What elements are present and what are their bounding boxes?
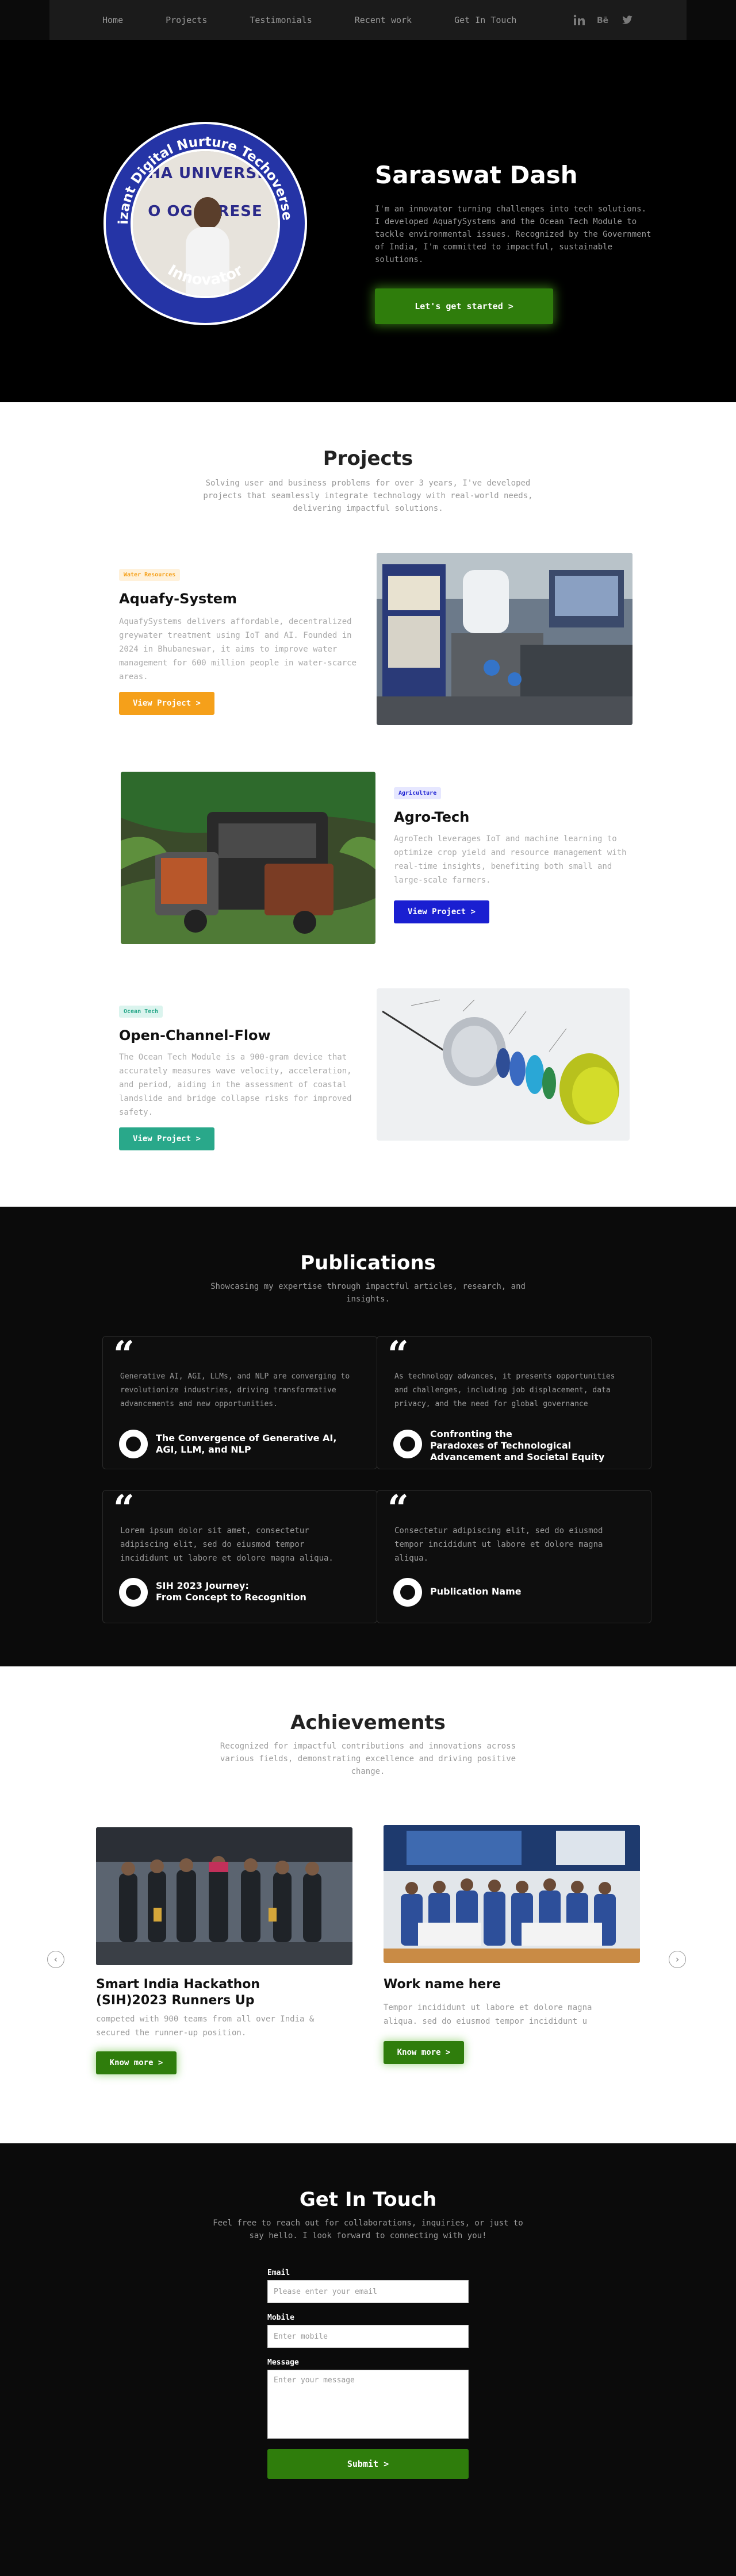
- publication-name-line2: Paradoxes of Technological Advancement a…: [430, 1440, 605, 1462]
- mobile-label: Mobile: [267, 2313, 294, 2322]
- publication-name: The Convergence of Generative AI, AGI, L…: [156, 1433, 363, 1456]
- achievement-image-work: [384, 1825, 640, 1963]
- achievements-title: Achievements: [290, 1711, 446, 1734]
- nav-get-in-touch[interactable]: Get In Touch: [454, 15, 516, 25]
- top-nav: Home Projects Testimonials Recent work G…: [49, 0, 687, 40]
- publication-logo-icon: [119, 1430, 148, 1458]
- publication-text: As technology advances, it presents oppo…: [394, 1372, 615, 1408]
- achievement-desc-sih: competed with 900 teams from all over In…: [96, 2015, 315, 2038]
- publications-section: Publications Showcasing my expertise thr…: [0, 1207, 736, 1666]
- know-more-work-button[interactable]: Know more >: [384, 2041, 464, 2064]
- publication-name-line1: The Convergence of Generative AI,: [156, 1433, 337, 1443]
- behance-icon[interactable]: Bē: [597, 14, 610, 26]
- project-desc-openflow: The Ocean Tech Module is a 900-gram devi…: [119, 1053, 352, 1117]
- project-tag-ocean: Ocean Tech: [119, 1006, 163, 1018]
- nav-links: Home Projects Testimonials Recent work G…: [102, 15, 559, 25]
- email-field[interactable]: [267, 2280, 469, 2303]
- badge-ring-text: Cognizant Digital Nurture Techoverse 202…: [103, 122, 294, 288]
- publication-card[interactable]: “ Lorem ipsum dolor sit amet, consectetu…: [102, 1487, 377, 1623]
- message-field[interactable]: [267, 2370, 469, 2439]
- publication-text: Lorem ipsum dolor sit amet, consectetur …: [120, 1526, 334, 1563]
- submit-button[interactable]: Submit >: [267, 2449, 469, 2479]
- achievement-title-work: Work name here: [384, 1977, 501, 1992]
- nav-testimonials[interactable]: Testimonials: [250, 15, 312, 25]
- nav-recent-work[interactable]: Recent work: [355, 15, 412, 25]
- project-image-agrotech: [121, 772, 375, 944]
- carousel-next-icon[interactable]: ›: [669, 1951, 686, 1968]
- hero-description: I'm an innovator turning challenges into…: [375, 205, 651, 264]
- publication-name-line1: Publication Name: [430, 1586, 522, 1597]
- project-title-agrotech: Agro-Tech: [394, 809, 470, 825]
- publication-logo-icon: [393, 1430, 422, 1458]
- publication-logo-icon: [119, 1578, 148, 1607]
- achievements-section: Achievements Recognized for impactful co…: [0, 1666, 736, 2143]
- publication-name-line1: Confronting the: [430, 1428, 512, 1439]
- project-desc-agrotech: AgroTech leverages IoT and machine learn…: [394, 834, 627, 885]
- publication-text: Generative AI, AGI, LLMs, and NLP are co…: [120, 1372, 350, 1408]
- publication-name: Confronting the Paradoxes of Technologic…: [430, 1428, 637, 1463]
- mobile-field[interactable]: [267, 2325, 469, 2348]
- publication-name: Publication Name: [430, 1586, 637, 1597]
- contact-subtitle: Feel free to reach out for collaboration…: [213, 2219, 523, 2240]
- publication-text: Consectetur adipiscing elit, sed do eius…: [394, 1526, 603, 1563]
- projects-title: Projects: [323, 447, 413, 470]
- email-label: Email: [267, 2269, 290, 2277]
- projects-subtitle: Solving user and business problems for o…: [203, 479, 533, 513]
- project-tag-agriculture: Agriculture: [394, 787, 442, 799]
- nav-wrapper: Home Projects Testimonials Recent work G…: [0, 0, 736, 40]
- innovator-badge: SHA UNIVERSIT O OG D RESE Cognizant Digi…: [103, 122, 307, 325]
- projects-section: Projects Solving user and business probl…: [0, 402, 736, 1207]
- achievement-desc-work: Tempor incididunt ut labore et dolore ma…: [384, 2003, 592, 2026]
- get-started-button[interactable]: Let's get started >: [375, 288, 553, 324]
- svg-text:Innovator: Innovator: [164, 261, 246, 288]
- publication-card[interactable]: “ Consectetur adipiscing elit, sed do ei…: [377, 1487, 651, 1623]
- nav-projects[interactable]: Projects: [166, 15, 207, 25]
- achievements-subtitle: Recognized for impactful contributions a…: [220, 1742, 516, 1776]
- view-project-aquafy-button[interactable]: View Project >: [119, 692, 214, 715]
- carousel-prev-icon[interactable]: ‹: [47, 1951, 64, 1968]
- project-desc-aquafy: AquafySystems delivers affordable, decen…: [119, 617, 357, 681]
- publication-name-line2: From Concept to Recognition: [156, 1592, 306, 1603]
- publications-title: Publications: [300, 1252, 436, 1274]
- view-project-agrotech-button[interactable]: View Project >: [394, 900, 489, 923]
- contact-title: Get In Touch: [299, 2188, 437, 2211]
- project-image-openflow: [377, 988, 630, 1141]
- publication-card[interactable]: “ Generative AI, AGI, LLMs, and NLP are …: [102, 1333, 377, 1469]
- svg-text:Bē: Bē: [597, 16, 608, 25]
- message-label: Message: [267, 2358, 299, 2367]
- publication-card[interactable]: “ As technology advances, it presents op…: [377, 1333, 651, 1469]
- publication-name-line2: AGI, LLM, and NLP: [156, 1444, 251, 1455]
- social-icons: Bē: [573, 14, 634, 26]
- project-tag-water: Water Resources: [119, 569, 181, 581]
- project-title-aquafy: Aquafy-System: [119, 591, 237, 607]
- hero-section: SHA UNIVERSIT O OG D RESE Cognizant Digi…: [0, 40, 736, 402]
- svg-text:Cognizant Digital Nurture Tech: Cognizant Digital Nurture Techoverse 202…: [103, 122, 294, 225]
- publication-name-line1: SIH 2023 Journey:: [156, 1580, 249, 1591]
- achievement-title-sih: Smart India Hackathon (SIH)2023 Runners …: [96, 1977, 260, 2008]
- publication-name: SIH 2023 Journey: From Concept to Recogn…: [156, 1580, 363, 1603]
- twitter-icon[interactable]: [621, 14, 634, 26]
- achievement-image-sih: [96, 1827, 352, 1965]
- know-more-sih-button[interactable]: Know more >: [96, 2051, 177, 2074]
- project-title-openflow: Open-Channel-Flow: [119, 1027, 271, 1044]
- contact-section: Get In Touch Feel free to reach out for …: [0, 2143, 736, 2496]
- publications-subtitle: Showcasing my expertise through impactfu…: [210, 1282, 526, 1304]
- project-image-aquafy: [377, 553, 632, 725]
- nav-home[interactable]: Home: [102, 15, 123, 25]
- publication-logo-icon: [393, 1578, 422, 1607]
- view-project-openflow-button[interactable]: View Project >: [119, 1127, 214, 1150]
- hero-name: Saraswat Dash: [375, 161, 578, 189]
- linkedin-icon[interactable]: [573, 14, 585, 26]
